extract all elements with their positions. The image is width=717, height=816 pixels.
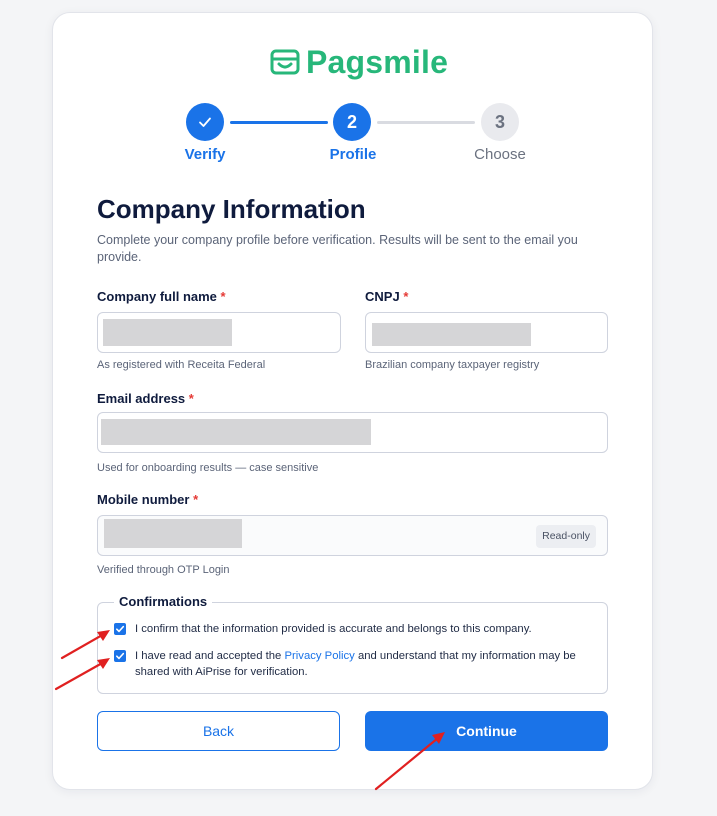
- privacy-policy-checkbox[interactable]: [114, 650, 126, 662]
- cnpj-label-text: CNPJ: [365, 289, 400, 304]
- redacted-value: [101, 419, 371, 445]
- confirm-accuracy-text: I confirm that the information provided …: [135, 623, 532, 635]
- redacted-value: [372, 323, 531, 346]
- pagsmile-logo-icon: [270, 49, 300, 75]
- required-marker: *: [193, 492, 199, 507]
- mobile-hint: Verified through OTP Login: [97, 564, 230, 576]
- read-only-badge: Read-only: [536, 525, 596, 548]
- mobile-label-text: Mobile number: [97, 492, 190, 507]
- required-marker: *: [403, 289, 409, 304]
- company-name-label-text: Company full name: [97, 289, 217, 304]
- email-hint: Used for onboarding results — case sensi…: [97, 462, 319, 474]
- step-profile-label: Profile: [329, 146, 377, 163]
- company-name-label: Company full name *: [97, 289, 226, 304]
- back-button[interactable]: Back: [97, 711, 340, 751]
- continue-button[interactable]: Continue: [365, 711, 608, 751]
- check-icon: [199, 117, 211, 127]
- privacy-policy-text: I have read and accepted the Privacy Pol…: [135, 648, 595, 680]
- email-label-text: Email address: [97, 391, 186, 406]
- step-profile-circle: 2: [333, 103, 371, 141]
- email-input[interactable]: [97, 412, 608, 453]
- email-label: Email address *: [97, 391, 194, 406]
- step-connector-completed: [230, 121, 328, 124]
- brand-name: Pagsmile: [306, 44, 449, 80]
- brand-logo: Pagsmile: [270, 44, 448, 80]
- mobile-input: Read-only: [97, 515, 608, 556]
- company-name-input[interactable]: [97, 312, 341, 353]
- checkmark-icon: [116, 625, 125, 633]
- confirmations-legend: Confirmations: [114, 594, 213, 609]
- confirm-accuracy-checkbox[interactable]: [114, 623, 126, 635]
- step-choose-circle: 3: [481, 103, 519, 141]
- page-subtitle: Complete your company profile before ver…: [97, 233, 578, 264]
- required-marker: *: [220, 289, 226, 304]
- required-marker: *: [188, 391, 194, 406]
- cnpj-label: CNPJ *: [365, 289, 408, 304]
- page-title: Company Information: [97, 194, 366, 224]
- privacy-policy-link[interactable]: Privacy Policy: [284, 650, 354, 662]
- cnpj-hint: Brazilian company taxpayer registry: [365, 359, 540, 371]
- redacted-value: [104, 519, 242, 548]
- step-verify-label: Verify: [184, 146, 226, 163]
- cnpj-input[interactable]: [365, 312, 608, 353]
- checkmark-icon: [116, 652, 125, 660]
- mobile-label: Mobile number *: [97, 492, 198, 507]
- privacy-text-before: I have read and accepted the: [135, 650, 282, 662]
- step-connector-pending: [377, 121, 475, 124]
- step-verify-circle: [186, 103, 224, 141]
- redacted-value: [103, 319, 232, 346]
- step-choose-label: Choose: [474, 146, 526, 163]
- company-name-hint: As registered with Receita Federal: [97, 359, 266, 371]
